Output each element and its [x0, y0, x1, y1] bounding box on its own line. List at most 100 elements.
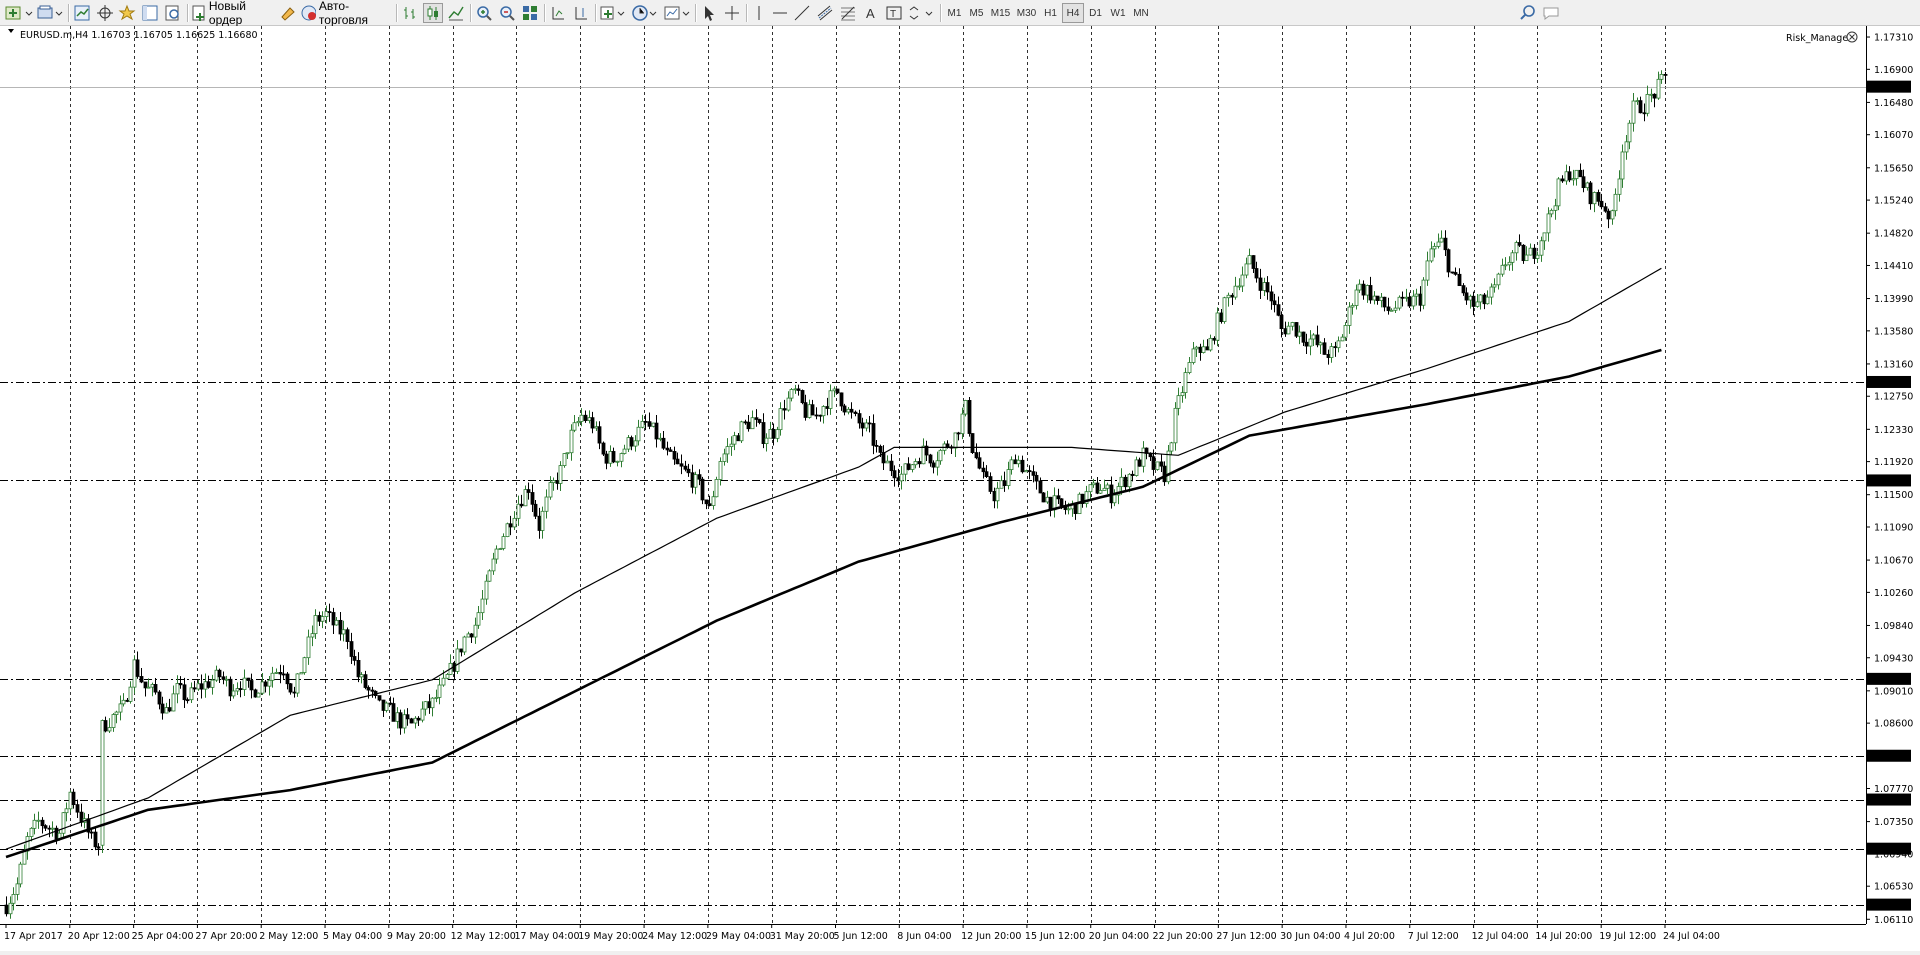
- candle-body: [555, 480, 560, 484]
- timeframe-h1-button[interactable]: H1: [1040, 3, 1061, 23]
- new-order-icon: [192, 5, 205, 21]
- text-button[interactable]: A: [861, 3, 881, 23]
- metaeditor-button[interactable]: [278, 3, 298, 23]
- chat-button[interactable]: [1540, 3, 1564, 23]
- timeframe-m1-button[interactable]: M1: [944, 3, 965, 23]
- vertical-line-button[interactable]: [750, 3, 768, 23]
- candle-body: [1432, 245, 1437, 250]
- candle-body: [391, 703, 396, 722]
- candle-body: [75, 804, 80, 813]
- time-axis-label: 19 Jul 12:00: [1599, 931, 1656, 942]
- candle-body: [711, 496, 716, 506]
- candle-body: [1489, 286, 1494, 298]
- horizontal-line-button[interactable]: [771, 3, 789, 23]
- candle-body: [960, 413, 965, 434]
- candle-body: [256, 692, 261, 698]
- timeframe-m5-button[interactable]: M5: [966, 3, 987, 23]
- zoom-out-button[interactable]: [497, 3, 517, 23]
- templates-button[interactable]: [663, 3, 693, 23]
- timeframe-mn-button[interactable]: MN: [1130, 3, 1152, 23]
- candlestick-chart-button[interactable]: [423, 3, 443, 23]
- candle-body: [849, 408, 854, 413]
- crosshair-button[interactable]: [722, 3, 742, 23]
- candle-body: [43, 825, 48, 829]
- candle-body: [171, 693, 176, 712]
- candle-body: [1237, 285, 1242, 288]
- candle-body: [984, 471, 989, 477]
- vertical-line-icon: [758, 6, 760, 20]
- candle-body: [537, 515, 542, 531]
- market-watch-button[interactable]: [72, 3, 92, 23]
- tile-windows-button[interactable]: [520, 3, 540, 23]
- candle-body: [1059, 498, 1064, 507]
- candle-body: [310, 633, 315, 638]
- price-axis-label: 1.14410: [1874, 261, 1913, 272]
- line-chart-button[interactable]: [446, 3, 466, 23]
- equidistant-channel-button[interactable]: [815, 3, 835, 23]
- chart-shift-button[interactable]: [571, 3, 591, 23]
- candle-body: [814, 414, 819, 417]
- candle-body: [235, 688, 240, 692]
- risk-manager-close-icon[interactable]: [1846, 31, 1858, 43]
- timeframe-h4-button[interactable]: H4: [1062, 3, 1084, 23]
- new-order-button[interactable]: Новый ордер: [192, 0, 276, 27]
- timeframe-w1-button[interactable]: W1: [1107, 3, 1129, 23]
- time-axis-label: 8 Jun 04:00: [897, 931, 951, 942]
- bar-chart-button[interactable]: [400, 3, 420, 23]
- level-label: 1.08186: [1872, 751, 1911, 762]
- candle-body: [1176, 395, 1181, 409]
- text-label-button[interactable]: T: [884, 3, 904, 23]
- terminal-button[interactable]: [140, 3, 160, 23]
- price-axis-label: 1.07770: [1874, 784, 1913, 795]
- candle-body: [249, 680, 254, 691]
- timeframe-d1-button[interactable]: D1: [1085, 3, 1106, 23]
- price-axis-label: 1.15650: [1874, 163, 1913, 174]
- price-axis-label: 1.08600: [1874, 719, 1913, 730]
- candle-body: [381, 699, 386, 711]
- profiles-button[interactable]: [36, 3, 66, 23]
- price-axis-label: 1.16900: [1874, 65, 1913, 76]
- candle-body: [345, 629, 350, 642]
- candle-body: [402, 714, 407, 729]
- candle-body: [1379, 296, 1384, 301]
- candle-body: [796, 388, 801, 391]
- arrows-button[interactable]: [907, 3, 937, 23]
- time-axis-label: 27 Jun 12:00: [1216, 931, 1276, 942]
- candle-body: [121, 699, 126, 705]
- navigator-button[interactable]: [117, 3, 137, 23]
- candle-body: [228, 678, 233, 697]
- search-button[interactable]: [1518, 3, 1538, 23]
- cursor-button[interactable]: [699, 3, 719, 23]
- candle-body: [11, 893, 16, 904]
- candle-body: [572, 422, 577, 431]
- fibonacci-button[interactable]: [838, 3, 858, 23]
- price-axis-label: 1.13580: [1874, 326, 1913, 337]
- terminal-icon: [142, 5, 158, 21]
- trendline-button[interactable]: [792, 3, 812, 23]
- auto-scroll-button[interactable]: [548, 3, 568, 23]
- timeframe-m30-button[interactable]: M30: [1014, 3, 1039, 23]
- candle-body: [729, 443, 734, 448]
- price-chart[interactable]: 1.17310 1.16900 1.16480 1.16070 1.15650 1.152…: [0, 26, 1920, 951]
- data-window-button[interactable]: [95, 3, 115, 23]
- candle-body: [1347, 306, 1352, 326]
- candle-body: [1031, 471, 1036, 476]
- candle-body: [878, 445, 883, 453]
- indicators-button[interactable]: [599, 3, 629, 23]
- auto-trading-button[interactable]: Авто-торговля: [300, 0, 392, 27]
- chart-background: [0, 26, 1866, 951]
- zoom-in-button[interactable]: [474, 3, 494, 23]
- candle-body: [1038, 480, 1043, 494]
- candle-body: [647, 421, 652, 427]
- zoom-out-icon: [500, 6, 515, 21]
- candle-body: [658, 437, 663, 440]
- periods-button[interactable]: [631, 3, 661, 23]
- new-chart-button[interactable]: [4, 3, 34, 23]
- candle-body: [1553, 205, 1558, 211]
- time-axis-label: 20 Jun 04:00: [1089, 931, 1149, 942]
- tester-button[interactable]: [163, 3, 183, 23]
- timeframe-m15-button[interactable]: M15: [988, 3, 1013, 23]
- candle-body: [746, 421, 751, 430]
- candle-body: [1194, 346, 1199, 350]
- candle-body: [324, 611, 329, 618]
